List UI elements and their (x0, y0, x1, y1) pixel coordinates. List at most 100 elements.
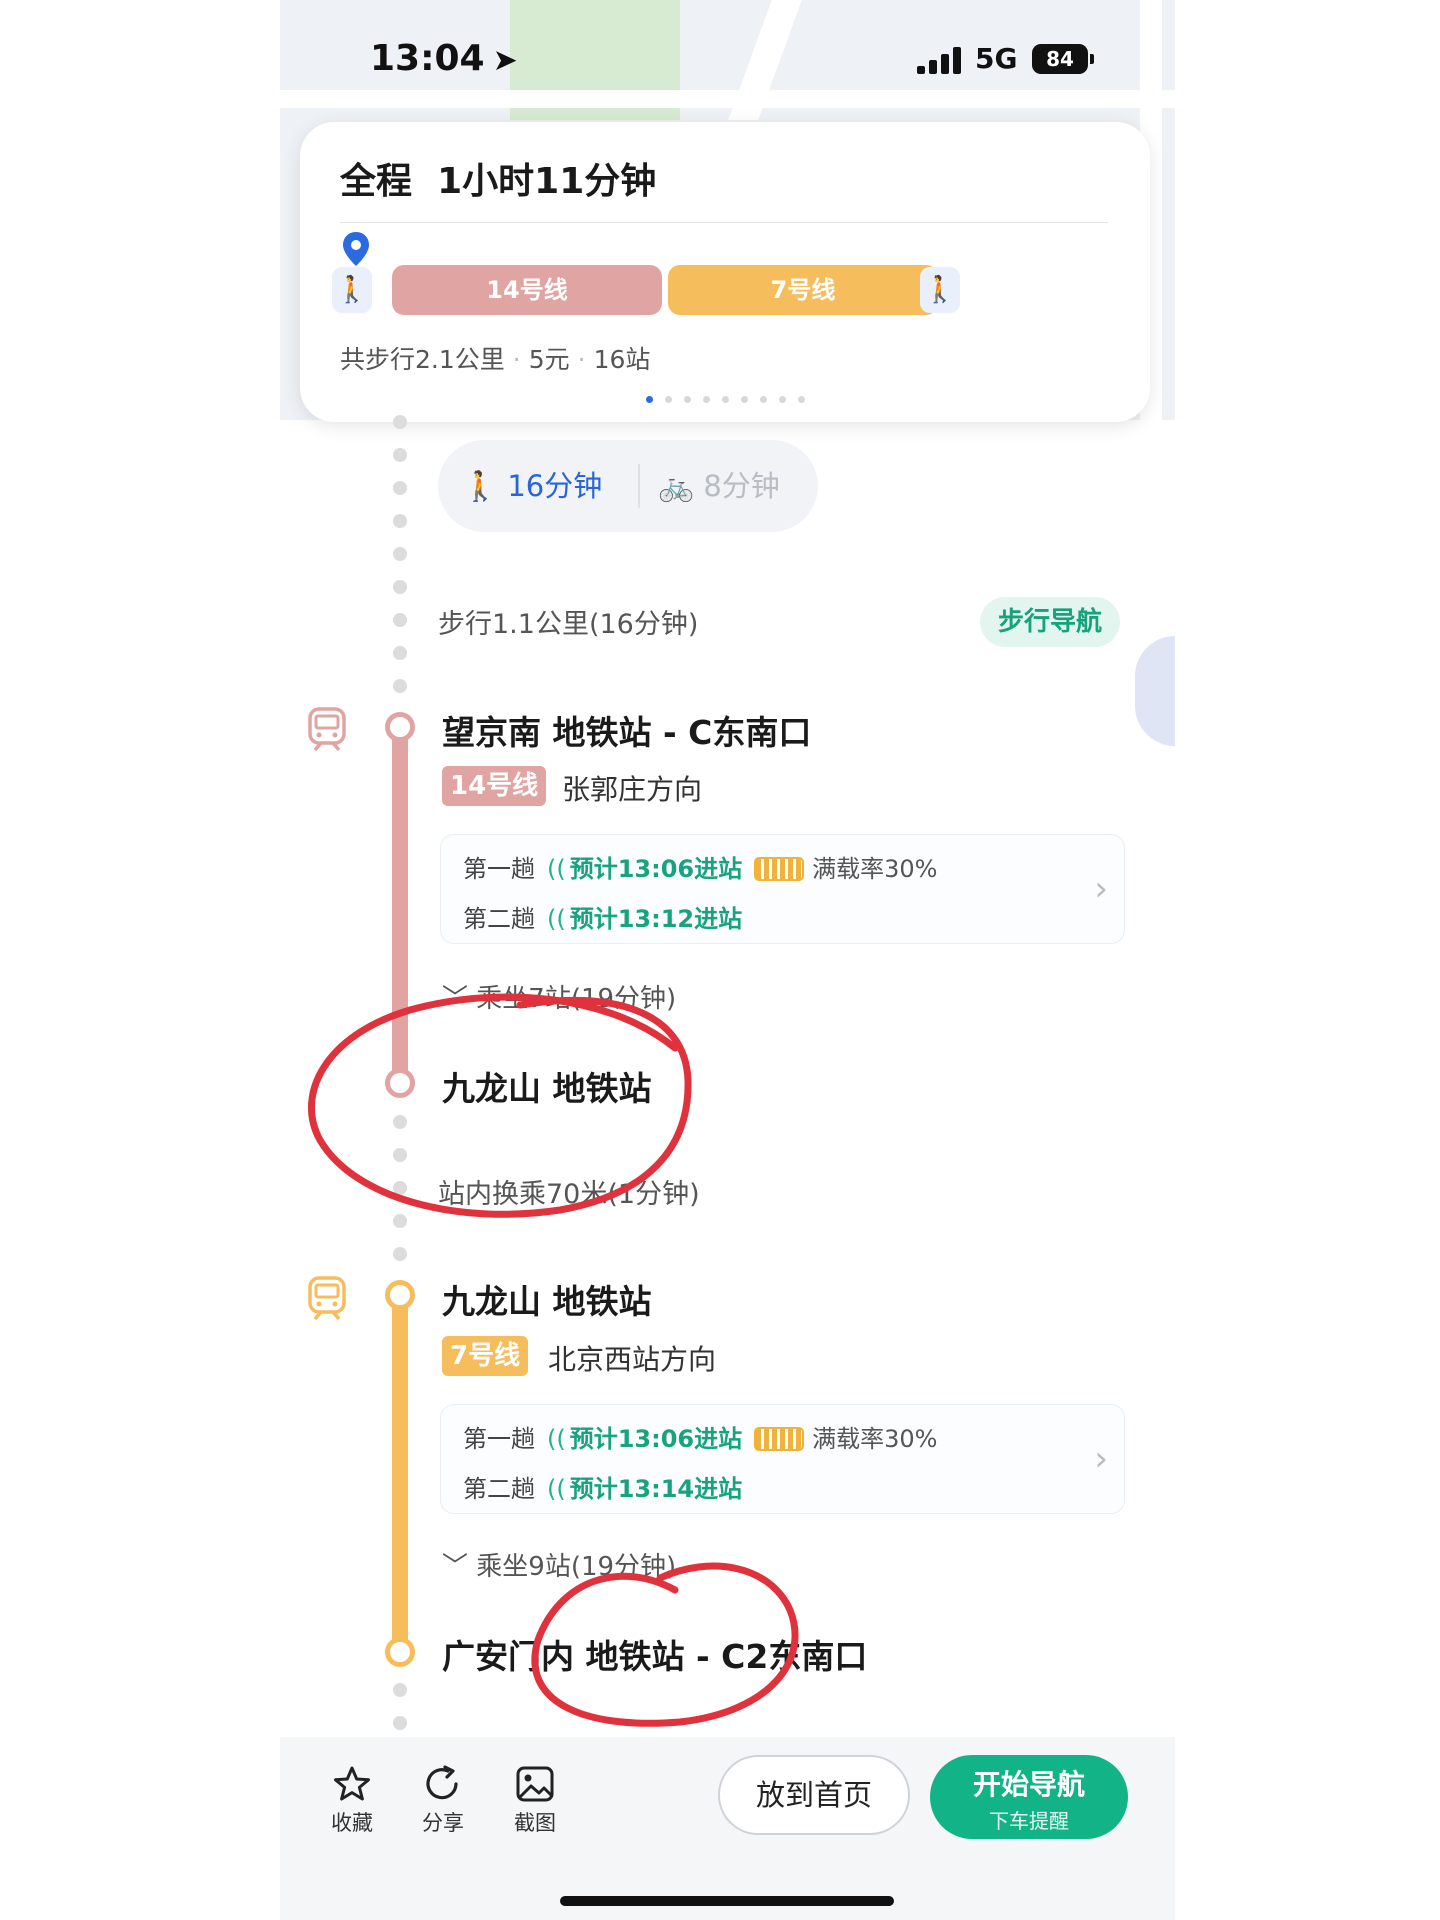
route-duration: 全程 1小时11分钟 (340, 152, 656, 204)
timeline-dot (393, 580, 407, 594)
arrival-row: 第二趟 ((预计13:14进站 (463, 1469, 742, 1504)
favorite-label: 收藏 (331, 1811, 373, 1835)
ride-text: 乘坐7站(19分钟) (476, 984, 677, 1014)
map-road (280, 90, 1175, 108)
timeline-dot (393, 514, 407, 528)
line-direction: 张郭庄方向 (562, 773, 703, 806)
share-button[interactable]: 分享 (408, 1765, 478, 1837)
alight-station: 九龙山 地铁站 (442, 1069, 652, 1108)
ride-text: 乘坐9站(19分钟) (476, 1552, 677, 1582)
screenshot-button[interactable]: 截图 (500, 1765, 570, 1837)
board-station: 望京南 地铁站 - C东南口 (442, 713, 812, 752)
mode-walk[interactable]: 🚶 16分钟 (462, 440, 602, 532)
page-dot[interactable] (645, 396, 653, 403)
chevron-down-icon: ﹀ (442, 1552, 469, 1582)
favorite-button[interactable]: 收藏 (317, 1765, 387, 1837)
image-icon (516, 1766, 554, 1802)
arrival-info-card[interactable]: 第一趟 ((预计13:06进站 满载率30% 第二趟 ((预计13:14进站 › (440, 1404, 1125, 1514)
timeline-dot (393, 547, 407, 561)
eta: 预计13:12进站 (569, 905, 743, 933)
battery-tip (1090, 54, 1094, 64)
side-handle[interactable] (1135, 636, 1175, 746)
arrival-info-card[interactable]: 第一趟 ((预计13:06进站 满载率30% 第二趟 ((预计13:12进站 › (440, 834, 1125, 944)
line7-track (392, 1292, 408, 1652)
page-dot[interactable] (740, 396, 748, 403)
timeline-dot (393, 679, 407, 693)
crowd-icon (754, 1427, 805, 1451)
travel-mode-selector[interactable]: 🚶 16分钟 🚲 8分钟 (438, 440, 818, 532)
stop-count: 16站 (593, 345, 651, 374)
cellular-signal-icon (917, 46, 965, 74)
arrival-row: 第二趟 ((预计13:12进站 (463, 899, 742, 934)
phone-screen: 13:04 ➤ 5G 84 全程 1小时11分钟 🚶 14号线 7号线 🚶 共步行… (280, 0, 1175, 1920)
total-duration: 1小时11分钟 (437, 161, 657, 202)
divider (340, 222, 1108, 223)
share-label: 分享 (422, 1811, 464, 1835)
timeline-dot (393, 1181, 407, 1195)
walk-start-icon: 🚶 (332, 267, 372, 313)
ride-summary[interactable]: ﹀ 乘坐7站(19分钟) (442, 978, 676, 1015)
arrival-row: 第一趟 ((预计13:06进站 满载率30% (463, 1419, 937, 1454)
walk-navigation-button[interactable]: 步行导航 (980, 597, 1120, 647)
timeline-dot (393, 646, 407, 660)
page-dot[interactable] (683, 396, 691, 403)
segment-line-14: 14号线 (392, 265, 662, 315)
page-dot[interactable] (664, 396, 672, 403)
page-dot[interactable] (759, 396, 767, 403)
origin-pin-icon (343, 232, 369, 266)
page-dot[interactable] (797, 396, 805, 403)
timeline-dot (393, 1716, 407, 1730)
network-type: 5G (975, 42, 1018, 75)
share-icon (426, 1765, 458, 1800)
train-order: 第一趟 (463, 855, 535, 883)
realtime-icon: (( (547, 1425, 566, 1453)
subway-icon (308, 1276, 346, 1321)
station-node (385, 1280, 415, 1310)
train-order: 第二趟 (463, 1475, 535, 1503)
start-navigation-label: 开始导航 (972, 1768, 1085, 1801)
page-dot[interactable] (778, 396, 786, 403)
chevron-right-icon: › (1094, 869, 1108, 909)
bike-time: 8分钟 (703, 469, 780, 503)
chevron-down-icon: ﹀ (442, 984, 469, 1014)
realtime-icon: (( (547, 905, 566, 933)
walk-leg-text: 步行1.1公里(16分钟) (438, 609, 699, 640)
alight-reminder-label: 下车提醒 (989, 1809, 1069, 1833)
segment-label: 7号线 (770, 276, 836, 304)
line14-track (392, 720, 408, 1085)
station-node (385, 1637, 415, 1667)
add-to-home-button[interactable]: 放到首页 (718, 1755, 910, 1835)
timeline-dot (393, 1683, 407, 1697)
alight-station: 广安门内 地铁站 - C2东南口 (442, 1637, 868, 1676)
chevron-right-icon: › (1094, 1439, 1108, 1479)
location-arrow-icon: ➤ (492, 43, 518, 78)
route-meta: 共步行2.1公里 · 5元 · 16站 (340, 345, 651, 374)
station-node (385, 1068, 415, 1098)
timeline-dot (393, 1247, 407, 1261)
status-time-text: 13:04 (370, 38, 485, 79)
train-order: 第二趟 (463, 905, 535, 933)
board-station: 九龙山 地铁站 (442, 1282, 652, 1321)
walk-distance: 共步行2.1公里 (340, 345, 505, 374)
mode-bike[interactable]: 🚲 8分钟 (658, 440, 780, 532)
segment-line-7: 7号线 (668, 265, 938, 315)
page-dot[interactable] (702, 396, 710, 403)
star-icon (334, 1766, 370, 1801)
subway-icon (308, 707, 346, 752)
battery-icon: 84 (1032, 44, 1088, 74)
page-indicator[interactable] (300, 396, 1150, 403)
load-rate: 满载率30% (812, 1425, 938, 1453)
line-badge: 14号线 (442, 766, 547, 806)
divider (638, 464, 640, 508)
walk-end-icon: 🚶 (920, 267, 960, 313)
route-summary-card[interactable]: 全程 1小时11分钟 🚶 14号线 7号线 🚶 共步行2.1公里 · 5元 · 16站 (300, 122, 1150, 422)
ride-summary[interactable]: ﹀ 乘坐9站(19分钟) (442, 1546, 676, 1583)
start-navigation-button[interactable]: 开始导航 下车提醒 (930, 1755, 1128, 1839)
timeline-dot (393, 1115, 407, 1129)
line-direction: 北京西站方向 (548, 1343, 717, 1376)
realtime-icon: (( (547, 1475, 566, 1503)
transfer-text: 站内换乘70米(1分钟) (438, 1179, 700, 1210)
station-node (385, 712, 415, 742)
home-indicator[interactable] (560, 1896, 894, 1906)
page-dot[interactable] (721, 396, 729, 403)
